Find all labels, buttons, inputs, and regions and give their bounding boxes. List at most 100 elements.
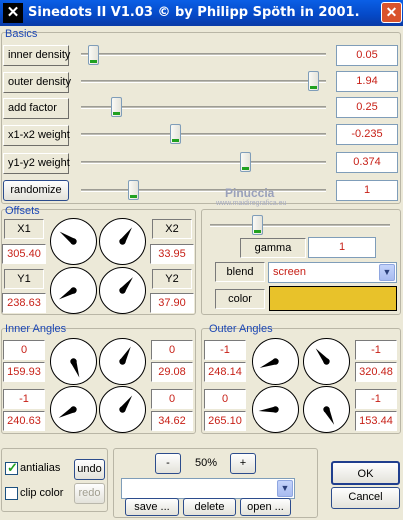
preset-select[interactable]: ▼ [121,478,295,499]
redo-button[interactable]: redo [74,483,105,504]
x1-value[interactable]: 305.40 [2,244,46,264]
outer-angle-4-value[interactable]: 153.44 [355,411,397,431]
inner-angle-3-sign[interactable]: -1 [3,389,45,409]
antialias-checkbox[interactable]: ✓ [5,460,18,475]
checkmark-icon: ✓ [7,460,18,475]
dial-needle [315,348,330,365]
inner-density-value[interactable]: 0.05 [336,45,398,66]
outer-angle-2-value[interactable]: 320.48 [355,362,397,382]
inner-angle-2-value[interactable]: 29.08 [151,362,193,382]
gamma-slider-thumb[interactable] [252,215,264,235]
dial-needle [119,227,132,245]
outer-angle-4-sign[interactable]: -1 [355,389,397,409]
inner-angle-2-dial[interactable] [99,338,146,385]
cancel-button[interactable]: Cancel [331,487,400,509]
x1-label: X1 [4,219,44,239]
add-factor-slider-thumb[interactable] [111,97,123,117]
outer-density-value[interactable]: 1.94 [336,71,398,92]
gamma-track[interactable] [210,224,390,227]
outer-angle-3-dial[interactable] [252,386,299,433]
inner-angle-4-dial[interactable] [99,386,146,433]
open-button[interactable]: open ... [240,498,291,516]
inner-angle-3-dial[interactable] [50,386,97,433]
outer-angle-3-value[interactable]: 265.10 [204,411,246,431]
dial-needle [258,406,279,413]
watermark-url: www.maidiregrafica.eu [216,200,287,207]
randomize-button[interactable]: randomize [3,180,69,201]
watermark-name: Pinuccia [225,186,275,200]
inner-angle-1-dial[interactable] [50,338,97,385]
inner-density-label: inner density [3,45,70,66]
window-title: Sinedots II V1.03 © by Philipp Spöth in … [28,5,360,20]
randomize-value[interactable]: 1 [336,180,398,201]
x1-x2-weight-value[interactable]: -0.235 [336,124,398,145]
outer-angle-1-value[interactable]: 248.14 [204,362,246,382]
inner-angle-3-value[interactable]: 240.63 [3,411,45,431]
add-factor-value[interactable]: 0.25 [336,97,398,118]
y1-y2-weight-slider-thumb[interactable] [240,152,252,172]
inner-density-track[interactable] [81,53,326,56]
zoom-in-button[interactable]: + [230,453,256,474]
dial-needle [119,395,133,413]
x1-dial[interactable] [50,218,97,265]
dial-needle [70,358,80,378]
app-icon[interactable]: ✕ [3,3,23,23]
outer-density-track[interactable] [81,80,326,83]
blend-label: blend [215,262,265,282]
outer-angle-3-sign[interactable]: 0 [204,389,246,409]
save-button[interactable]: save ... [125,498,179,516]
x2-dial[interactable] [99,218,146,265]
y1-dial[interactable] [50,267,97,314]
gamma-value[interactable]: 1 [308,237,376,258]
y1-y2-weight-label: y1-y2 weight [3,153,70,174]
close-button[interactable]: ✕ [381,2,402,23]
outer-angle-1-dial[interactable] [252,338,299,385]
ok-button[interactable]: OK [331,461,400,485]
blend-select[interactable]: screen ▼ [268,262,397,283]
x1-x2-weight-label: x1-x2 weight [3,125,70,146]
dial-needle [58,287,77,300]
inner-angle-1-sign[interactable]: 0 [3,340,45,360]
y1-y2-weight-track[interactable] [81,161,326,164]
inner-angles-title: Inner Angles [5,323,67,335]
color-label: color [215,289,265,309]
x2-value[interactable]: 33.95 [150,244,194,264]
y2-value[interactable]: 37.90 [150,293,194,313]
dial-needle [119,346,131,365]
zoom-out-button[interactable]: - [155,453,181,474]
outer-angle-1-sign[interactable]: -1 [204,340,246,360]
clip-color-checkbox[interactable] [5,487,18,500]
inner-angle-4-sign[interactable]: 0 [151,389,193,409]
outer-angles-title: Outer Angles [209,323,273,335]
x2-label: X2 [152,219,192,239]
undo-button[interactable]: undo [74,459,105,480]
randomize-track[interactable] [81,189,326,192]
inner-angle-1-value[interactable]: 159.93 [3,362,45,382]
y2-dial[interactable] [99,267,146,314]
inner-angle-4-value[interactable]: 34.62 [151,411,193,431]
outer-angle-2-sign[interactable]: -1 [355,340,397,360]
zoom-level: 50% [194,457,218,469]
outer-angle-2-dial[interactable] [303,338,350,385]
x1-x2-weight-slider-thumb[interactable] [169,124,181,144]
randomize-slider-thumb[interactable] [127,180,139,200]
x1-x2-weight-track[interactable] [81,133,326,136]
y1-y2-weight-value[interactable]: 0.374 [336,152,398,173]
inner-angle-2-sign[interactable]: 0 [151,340,193,360]
title-bar[interactable]: ✕ Sinedots II V1.03 © by Philipp Spöth i… [0,0,403,26]
delete-button[interactable]: delete [183,498,236,516]
outer-density-slider-thumb[interactable] [307,71,319,91]
basics-title: Basics [5,28,38,40]
clip-color-label[interactable]: clip color [20,487,63,499]
gamma-label: gamma [240,238,306,258]
chevron-down-icon[interactable]: ▼ [379,264,395,281]
y2-label: Y2 [152,269,192,289]
dial-needle [323,406,335,425]
antialias-label[interactable]: antialias [20,462,60,474]
y1-value[interactable]: 238.63 [2,293,46,313]
chevron-down-icon[interactable]: ▼ [277,480,293,497]
dial-needle [58,406,77,418]
outer-angle-4-dial[interactable] [303,386,350,433]
color-swatch[interactable] [269,286,397,311]
inner-density-slider-thumb[interactable] [88,45,100,65]
